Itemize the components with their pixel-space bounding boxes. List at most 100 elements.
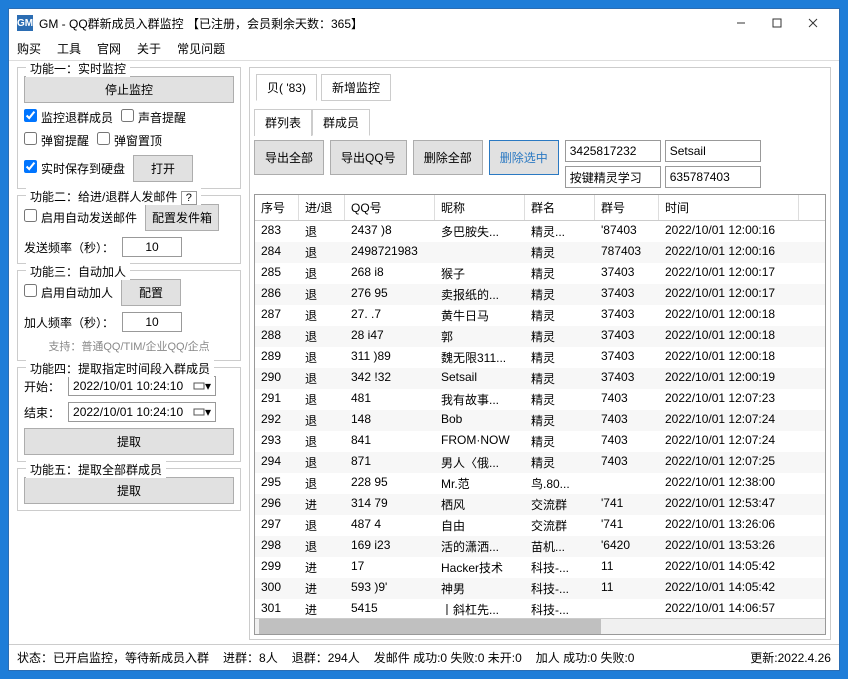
menu-tools[interactable]: 工具 bbox=[57, 40, 81, 57]
table-row[interactable]: 289退311 )89魏无限311...精灵374032022/10/01 12… bbox=[255, 347, 825, 368]
menu-faq[interactable]: 常见问题 bbox=[177, 40, 225, 57]
top-tabs: 贝( '83) 新增监控 bbox=[254, 72, 826, 103]
col-time[interactable]: 时间 bbox=[659, 195, 799, 220]
export-all-button[interactable]: 导出全部 bbox=[254, 140, 324, 175]
maximize-button[interactable] bbox=[759, 13, 795, 33]
func5-group: 功能五：提取全部群成员 提取 bbox=[17, 468, 241, 511]
status-leave: 退群：294人 bbox=[292, 649, 360, 666]
main-window: GM GM - QQ群新成员入群监控 【已注册，会员剩余天数：365】 购买 工… bbox=[8, 8, 840, 671]
func2-title: 功能二：给进/退群人发邮件 ? bbox=[26, 188, 201, 205]
table-row[interactable]: 287退27. .7黄牛日马精灵374032022/10/01 12:00:18 bbox=[255, 305, 825, 326]
extract-range-button[interactable]: 提取 bbox=[24, 428, 234, 455]
menu-buy[interactable]: 购买 bbox=[17, 40, 41, 57]
stop-monitor-button[interactable]: 停止监控 bbox=[24, 76, 234, 103]
func3-title: 功能三：自动加人 bbox=[26, 263, 130, 280]
delete-selected-button[interactable]: 删除选中 bbox=[489, 140, 559, 175]
config-add-button[interactable]: 配置 bbox=[121, 279, 181, 306]
func3-group: 功能三：自动加人 启用自动加人 配置 加人频率（秒）： 支持：普通QQ/TIM/… bbox=[17, 270, 241, 361]
sub-tabs: 群列表 群成员 bbox=[254, 109, 826, 136]
func4-group: 功能四：提取指定时间段入群成员 开始： 2022/10/01 10:24:10 … bbox=[17, 367, 241, 462]
cb-auto-send[interactable]: 启用自动发送邮件 bbox=[24, 209, 137, 226]
group-input[interactable] bbox=[665, 166, 761, 188]
table-row[interactable]: 295退228 95Mr.范鸟.80...2022/10/01 12:38:00 bbox=[255, 473, 825, 494]
tab-group-1[interactable]: 贝( '83) bbox=[256, 74, 317, 101]
left-panel: 功能一：实时监控 停止监控 监控退群成员 声音提醒 弹窗提醒 弹窗置顶 实时保存… bbox=[17, 67, 241, 640]
col-nick[interactable]: 昵称 bbox=[435, 195, 525, 220]
start-date-input[interactable]: 2022/10/01 10:24:10 ▾ bbox=[68, 376, 216, 396]
status-version: 更新:2022.4.26 bbox=[750, 649, 831, 666]
start-label: 开始： bbox=[24, 378, 60, 395]
statusbar: 状态：已开启监控，等待新成员入群 进群：8人 退群：294人 发邮件 成功:0 … bbox=[9, 644, 839, 670]
support-text: 支持：普通QQ/TIM/企业QQ/企点 bbox=[24, 338, 234, 354]
cb-auto-add[interactable]: 启用自动加人 bbox=[24, 284, 113, 301]
menubar: 购买 工具 官网 关于 常见问题 bbox=[9, 37, 839, 61]
extract-all-button[interactable]: 提取 bbox=[24, 477, 234, 504]
table-header: 序号 进/退 QQ号 昵称 群名 群号 时间 bbox=[255, 195, 825, 221]
cb-sound[interactable]: 声音提醒 bbox=[121, 109, 186, 126]
table-row[interactable]: 300进593 )9'神男科技-...112022/10/01 14:05:42 bbox=[255, 578, 825, 599]
tab-group-members[interactable]: 群成员 bbox=[312, 109, 370, 136]
action-bar: 导出全部 导出QQ号 删除全部 删除选中 bbox=[254, 140, 826, 188]
cb-popup-top[interactable]: 弹窗置顶 bbox=[97, 132, 162, 149]
close-button[interactable] bbox=[795, 13, 831, 33]
table-row[interactable]: 293退841FROM·NOW精灵74032022/10/01 12:07:24 bbox=[255, 431, 825, 452]
horizontal-scrollbar[interactable] bbox=[255, 618, 825, 634]
minimize-button[interactable] bbox=[723, 13, 759, 33]
status-mail: 发邮件 成功:0 失败:0 未开:0 bbox=[374, 649, 522, 666]
func1-group: 功能一：实时监控 停止监控 监控退群成员 声音提醒 弹窗提醒 弹窗置顶 实时保存… bbox=[17, 67, 241, 189]
cb-popup[interactable]: 弹窗提醒 bbox=[24, 132, 89, 149]
table-row[interactable]: 290退342 !32Setsail精灵374032022/10/01 12:0… bbox=[255, 368, 825, 389]
cb-save-disk[interactable]: 实时保存到硬盘 bbox=[24, 160, 125, 177]
tab-add-monitor[interactable]: 新增监控 bbox=[321, 74, 391, 101]
status-join: 进群：8人 bbox=[223, 649, 278, 666]
qq-input[interactable] bbox=[565, 140, 661, 162]
status-state: 状态：已开启监控，等待新成员入群 bbox=[17, 649, 209, 666]
end-label: 结束： bbox=[24, 404, 60, 421]
table-row[interactable]: 284退2498721983精灵7874032022/10/01 12:00:1… bbox=[255, 242, 825, 263]
table-row[interactable]: 292退148Bob精灵74032022/10/01 12:07:24 bbox=[255, 410, 825, 431]
nick-input[interactable] bbox=[665, 140, 761, 162]
table-row[interactable]: 297退487 4自由交流群'7412022/10/01 13:26:06 bbox=[255, 515, 825, 536]
table-row[interactable]: 291退481我有故事...精灵74032022/10/01 12:07:23 bbox=[255, 389, 825, 410]
help-icon[interactable]: ? bbox=[181, 191, 197, 205]
config-mail-button[interactable]: 配置发件箱 bbox=[145, 204, 219, 231]
col-jr[interactable]: 进/退 bbox=[299, 195, 345, 220]
table-row[interactable]: 283退2437 )8多巴胺失...精灵...'874032022/10/01 … bbox=[255, 221, 825, 242]
func2-group: 功能二：给进/退群人发邮件 ? 启用自动发送邮件 配置发件箱 发送频率（秒）： bbox=[17, 195, 241, 264]
right-panel: 贝( '83) 新增监控 群列表 群成员 导出全部 导出QQ号 删除全部 删除选… bbox=[249, 67, 831, 640]
app-icon: GM bbox=[17, 15, 33, 31]
col-group-name[interactable]: 群名 bbox=[525, 195, 595, 220]
cb-monitor-leave[interactable]: 监控退群成员 bbox=[24, 109, 113, 126]
member-table: 序号 进/退 QQ号 昵称 群名 群号 时间 283退2437 )8多巴胺失..… bbox=[254, 194, 826, 635]
table-row[interactable]: 294退871男人〈俄...精灵74032022/10/01 12:07:25 bbox=[255, 452, 825, 473]
func4-title: 功能四：提取指定时间段入群成员 bbox=[26, 360, 214, 377]
table-row[interactable]: 301进5415丨斜杠先...科技-...2022/10/01 14:06:57 bbox=[255, 599, 825, 618]
titlebar: GM GM - QQ群新成员入群监控 【已注册，会员剩余天数：365】 bbox=[9, 9, 839, 37]
add-freq-input[interactable] bbox=[122, 312, 182, 332]
window-title: GM - QQ群新成员入群监控 【已注册，会员剩余天数：365】 bbox=[39, 15, 723, 32]
table-body[interactable]: 283退2437 )8多巴胺失...精灵...'874032022/10/01 … bbox=[255, 221, 825, 618]
table-row[interactable]: 285退268 i8猴子精灵374032022/10/01 12:00:17 bbox=[255, 263, 825, 284]
menu-site[interactable]: 官网 bbox=[97, 40, 121, 57]
table-row[interactable]: 288退28 i47郭精灵374032022/10/01 12:00:18 bbox=[255, 326, 825, 347]
status-add: 加人 成功:0 失败:0 bbox=[536, 649, 635, 666]
delete-all-button[interactable]: 删除全部 bbox=[413, 140, 483, 175]
hotkey-input[interactable] bbox=[565, 166, 661, 188]
export-qq-button[interactable]: 导出QQ号 bbox=[330, 140, 407, 175]
table-row[interactable]: 298退169 i23活的潇洒...苗机...'64202022/10/01 1… bbox=[255, 536, 825, 557]
table-row[interactable]: 299进17Hacker技术科技-...112022/10/01 14:05:4… bbox=[255, 557, 825, 578]
send-freq-label: 发送频率（秒）： bbox=[24, 239, 114, 256]
calendar-icon: ▾ bbox=[193, 379, 211, 393]
table-row[interactable]: 286退276 95卖报纸的...精灵374032022/10/01 12:00… bbox=[255, 284, 825, 305]
end-date-input[interactable]: 2022/10/01 10:24:10 ▾ bbox=[68, 402, 216, 422]
col-group-no[interactable]: 群号 bbox=[595, 195, 659, 220]
col-no[interactable]: 序号 bbox=[255, 195, 299, 220]
calendar-icon: ▾ bbox=[193, 405, 211, 419]
tab-group-list[interactable]: 群列表 bbox=[254, 109, 312, 136]
col-qq[interactable]: QQ号 bbox=[345, 195, 435, 220]
add-freq-label: 加人频率（秒）： bbox=[24, 314, 114, 331]
menu-about[interactable]: 关于 bbox=[137, 40, 161, 57]
open-button[interactable]: 打开 bbox=[133, 155, 193, 182]
table-row[interactable]: 296进314 79栖风交流群'7412022/10/01 12:53:47 bbox=[255, 494, 825, 515]
send-freq-input[interactable] bbox=[122, 237, 182, 257]
